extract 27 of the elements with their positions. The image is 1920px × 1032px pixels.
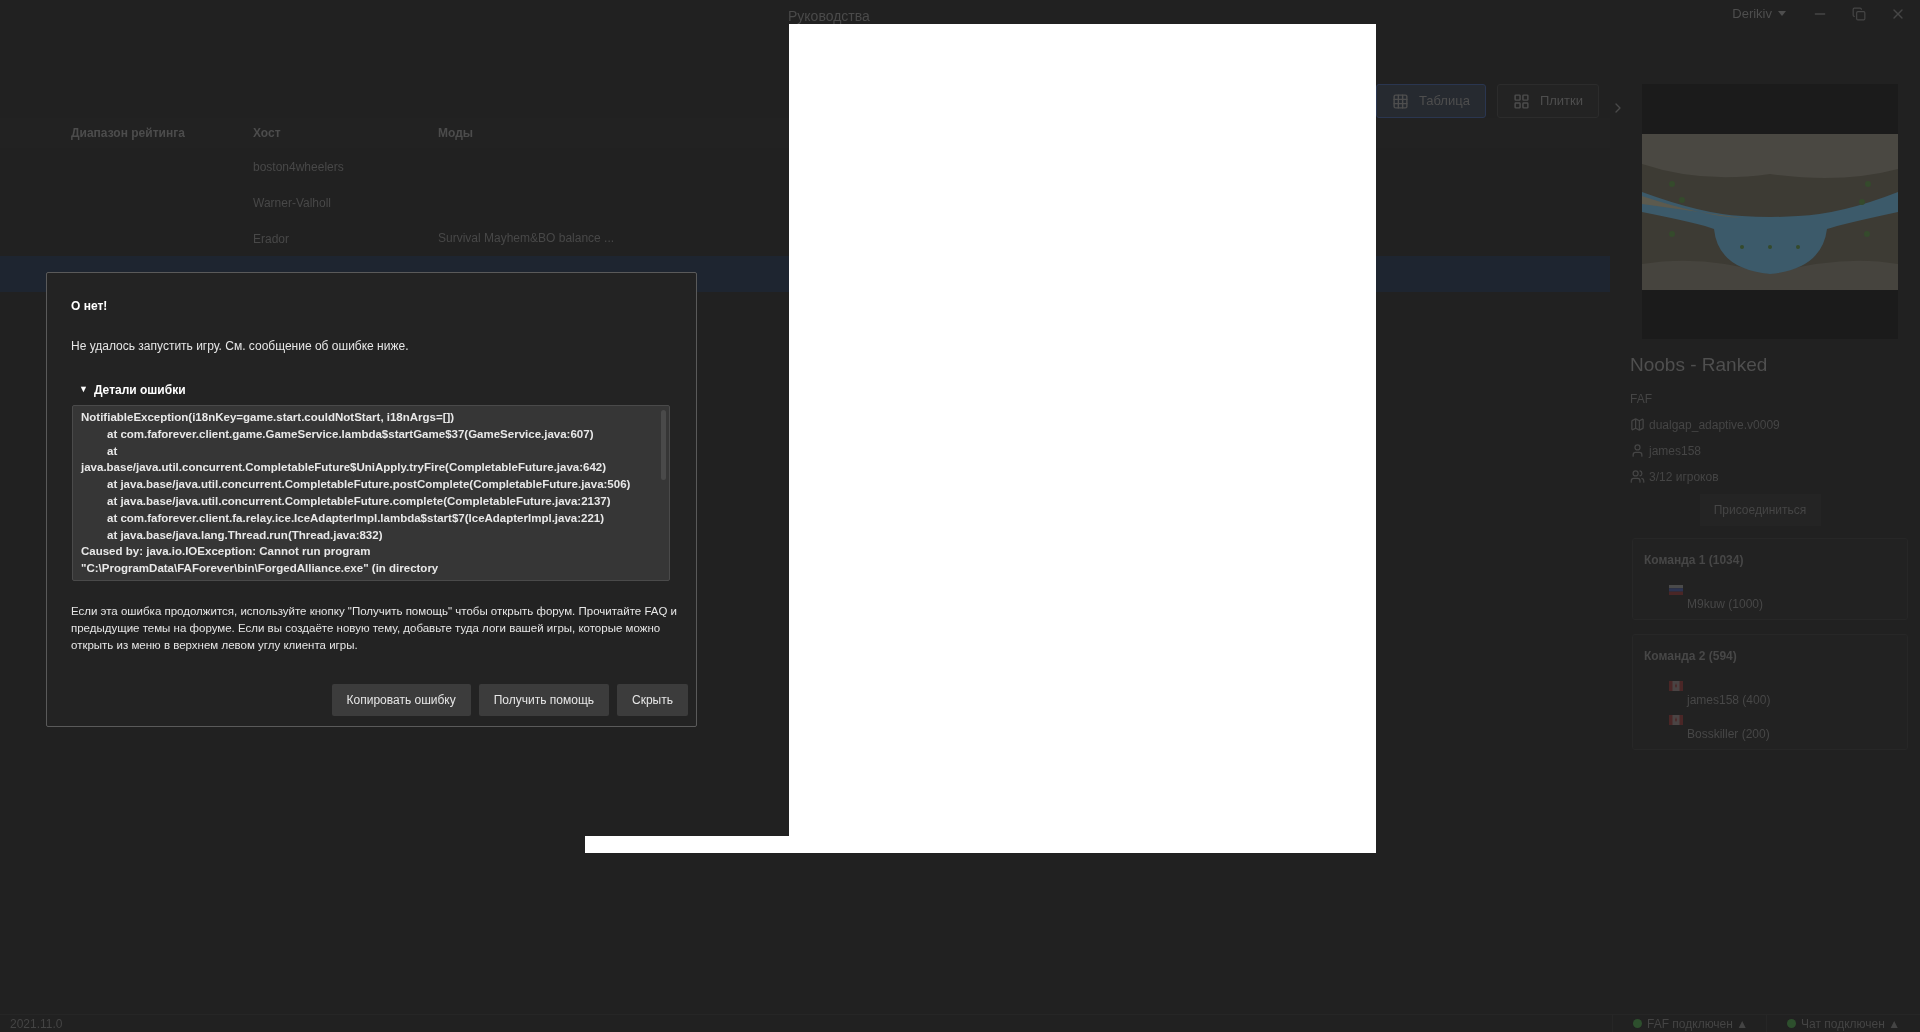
stack-trace-line: Caused by: java.io.IOException: Cannot run program [81, 544, 371, 560]
user-icon [1630, 443, 1645, 458]
flag-icon [1669, 584, 1683, 595]
stack-trace-line: "C:\ProgramData\FAForever\bin\ForgedAlliance.exe" (in directory [81, 561, 439, 577]
details-toggle[interactable]: ▼ Детали ошибки [79, 381, 672, 399]
restore-icon[interactable] [1852, 7, 1866, 21]
help-text: Если эта ошибка продолжится, используйте кнопку "Получить помощь" чтобы открыть форум. Прочитайте FAQ и предыдущие темы на форуме. Если вы создаёте новую тему, добавьте туда логи вашей игры, которые можно открыть из меню в верхнем левом углу клиента игры. [71, 604, 678, 653]
stack-trace-line: NotifiableException(i18nKey=game.start.couldNotStart, i18nArgs=[]) [81, 410, 455, 425]
stack-trace-line: at com.faforever.client.game.GameService.lambda$startGame$37(GameService.java:607) [107, 426, 594, 442]
users-icon [1630, 469, 1645, 484]
stack-trace-line: at [107, 443, 118, 459]
map-icon [1630, 417, 1645, 432]
stack-trace-line: at java.base/java.lang.Thread.run(Thread.java:832) [107, 527, 383, 543]
dialog-message: Не удалось запустить игру. См. сообщение об ошибке ниже. [71, 338, 410, 355]
flag-icon [1669, 714, 1683, 725]
tiles-icon [1512, 92, 1530, 110]
caret-icon [1778, 11, 1786, 17]
dialog-title: О нет! [71, 298, 109, 315]
dialog-button[interactable]: Получить помощь [478, 684, 610, 716]
stack-trace-line: at java.base/java.util.concurrent.CompletableFuture.postComplete(CompletableFuture.java:506) [107, 477, 631, 493]
stack-trace-line: at com.faforever.client.fa.relay.ice.IceAdapterImpl.lambda$start$7(IceAdapterImpl.java:221) [107, 510, 605, 526]
stack-trace-line: at java.base/java.util.concurrent.CompletableFuture.complete(CompletableFuture.java:2137) [107, 494, 611, 509]
flag-icon [1669, 680, 1683, 691]
dialog-button[interactable]: Копировать ошибку [331, 684, 471, 716]
grid-icon [1391, 92, 1409, 110]
dialog-button[interactable]: Скрыть [617, 684, 688, 716]
stack-trace-line: java.base/java.util.concurrent.CompletableFuture$UniApply.tryFire(CompletableFuture.java:642) [81, 460, 607, 476]
